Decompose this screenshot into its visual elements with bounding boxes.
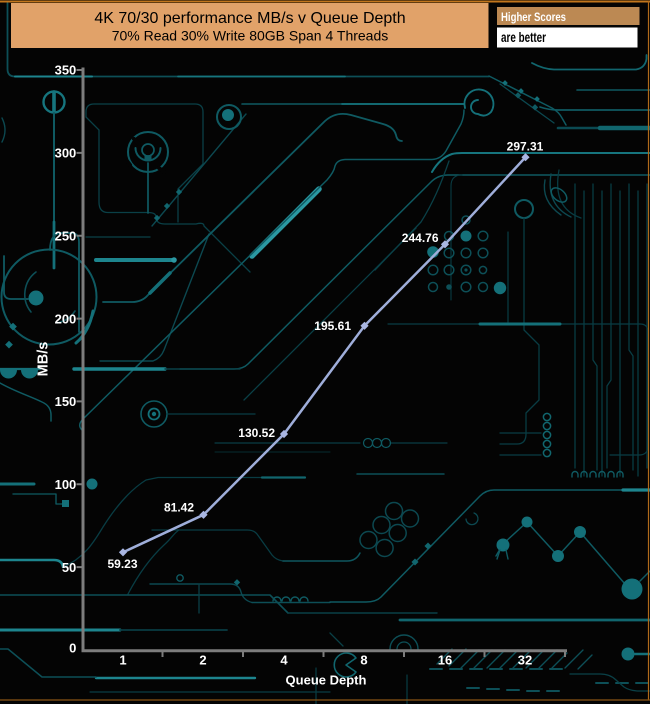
- svg-text:70% Read 30% Write 80GB Span 4: 70% Read 30% Write 80GB Span 4 Threads: [112, 28, 389, 44]
- svg-text:1: 1: [119, 653, 126, 668]
- svg-text:Queue Depth: Queue Depth: [286, 673, 367, 688]
- svg-text:are better: are better: [501, 30, 547, 45]
- svg-text:195.61: 195.61: [314, 319, 351, 333]
- svg-text:8: 8: [360, 653, 367, 668]
- svg-text:297.31: 297.31: [507, 140, 544, 154]
- svg-text:2: 2: [199, 653, 206, 668]
- svg-text:81.42: 81.42: [164, 501, 194, 515]
- svg-text:300: 300: [55, 146, 77, 161]
- svg-text:244.76: 244.76: [402, 231, 439, 245]
- svg-text:32: 32: [518, 653, 532, 668]
- svg-text:59.23: 59.23: [107, 557, 137, 571]
- svg-text:200: 200: [55, 311, 77, 326]
- svg-text:100: 100: [55, 477, 77, 492]
- svg-text:350: 350: [55, 63, 77, 78]
- svg-text:150: 150: [55, 394, 77, 409]
- svg-text:4: 4: [280, 653, 288, 668]
- svg-text:250: 250: [55, 228, 77, 243]
- svg-text:16: 16: [438, 653, 452, 668]
- svg-text:Higher Scores: Higher Scores: [501, 11, 566, 24]
- svg-text:130.52: 130.52: [238, 426, 275, 440]
- svg-text:0: 0: [69, 641, 76, 656]
- svg-text:4K 70/30 performance MB/s v Qu: 4K 70/30 performance MB/s v Queue Depth: [94, 10, 405, 27]
- svg-text:MB/s: MB/s: [36, 342, 52, 377]
- svg-text:50: 50: [62, 560, 76, 575]
